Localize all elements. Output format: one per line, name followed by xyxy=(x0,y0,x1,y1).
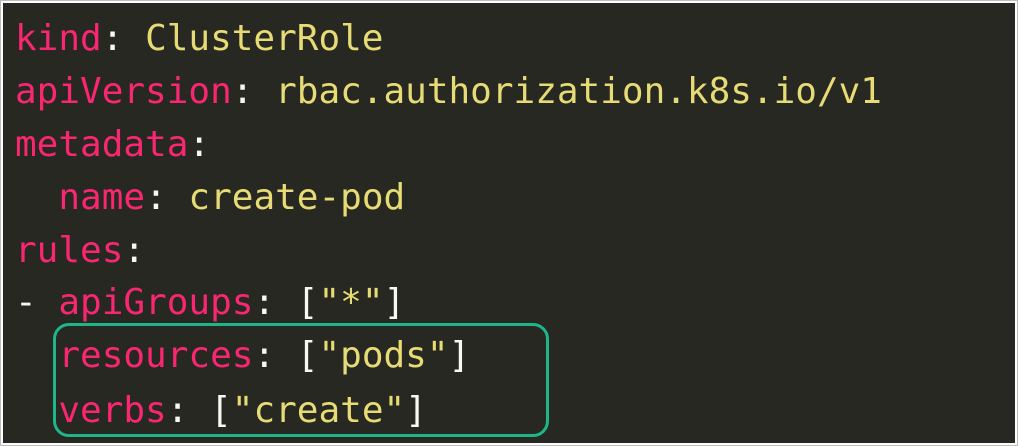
yaml-close-bracket: ] xyxy=(383,282,406,323)
yaml-list-dash: - xyxy=(15,282,59,323)
yaml-colon: : xyxy=(253,282,297,323)
screenshot-frame: kind: ClusterRole apiVersion: rbac.autho… xyxy=(0,0,1018,446)
yaml-colon: : xyxy=(145,177,189,218)
yaml-indent xyxy=(15,335,58,376)
code-line-metadata: metadata: xyxy=(15,119,210,171)
yaml-indent xyxy=(15,390,58,431)
code-line-rules: rules: xyxy=(15,225,145,277)
yaml-key-resources: resources xyxy=(58,335,254,376)
yaml-colon: : xyxy=(123,230,146,271)
yaml-value-name: create-pod xyxy=(188,177,406,218)
yaml-colon: : xyxy=(188,124,211,165)
yaml-key-kind: kind xyxy=(15,18,102,59)
code-line-name: name: create-pod xyxy=(15,172,405,224)
yaml-value-kind: ClusterRole xyxy=(145,18,384,59)
yaml-colon: : xyxy=(101,18,146,59)
yaml-colon: : xyxy=(231,71,276,112)
yaml-open-bracket: [ xyxy=(296,335,319,376)
yaml-colon: : xyxy=(253,335,297,376)
yaml-key-api-version: apiVersion xyxy=(15,71,232,112)
code-line-kind: kind: ClusterRole xyxy=(15,13,383,65)
yaml-key-name: name xyxy=(58,177,146,218)
yaml-open-bracket: [ xyxy=(296,282,319,323)
yaml-value-api-version: rbac.authorization.k8s.io/v1 xyxy=(275,71,882,112)
yaml-key-verbs: verbs xyxy=(58,390,167,431)
yaml-close-bracket: ] xyxy=(405,390,427,431)
yaml-key-api-groups: apiGroups xyxy=(58,282,254,323)
yaml-indent xyxy=(15,177,58,218)
yaml-value-verbs: "create" xyxy=(231,390,406,431)
yaml-close-bracket: ] xyxy=(448,335,471,376)
yaml-colon: : xyxy=(166,390,211,431)
yaml-key-rules: rules xyxy=(15,230,124,271)
code-line-api-version: apiVersion: rbac.authorization.k8s.io/v1 xyxy=(15,66,882,118)
yaml-value-resources: "pods" xyxy=(318,335,449,376)
yaml-value-api-groups: "*" xyxy=(318,282,384,323)
code-line-api-groups: - apiGroups: ["*"] xyxy=(15,277,405,329)
yaml-key-metadata: metadata xyxy=(15,124,189,165)
yaml-code-editor: kind: ClusterRole apiVersion: rbac.autho… xyxy=(3,3,1015,443)
yaml-open-bracket: [ xyxy=(210,390,232,431)
code-line-resources: resources: ["pods"] xyxy=(15,330,470,382)
code-line-verbs: verbs: ["create"] xyxy=(15,385,427,437)
